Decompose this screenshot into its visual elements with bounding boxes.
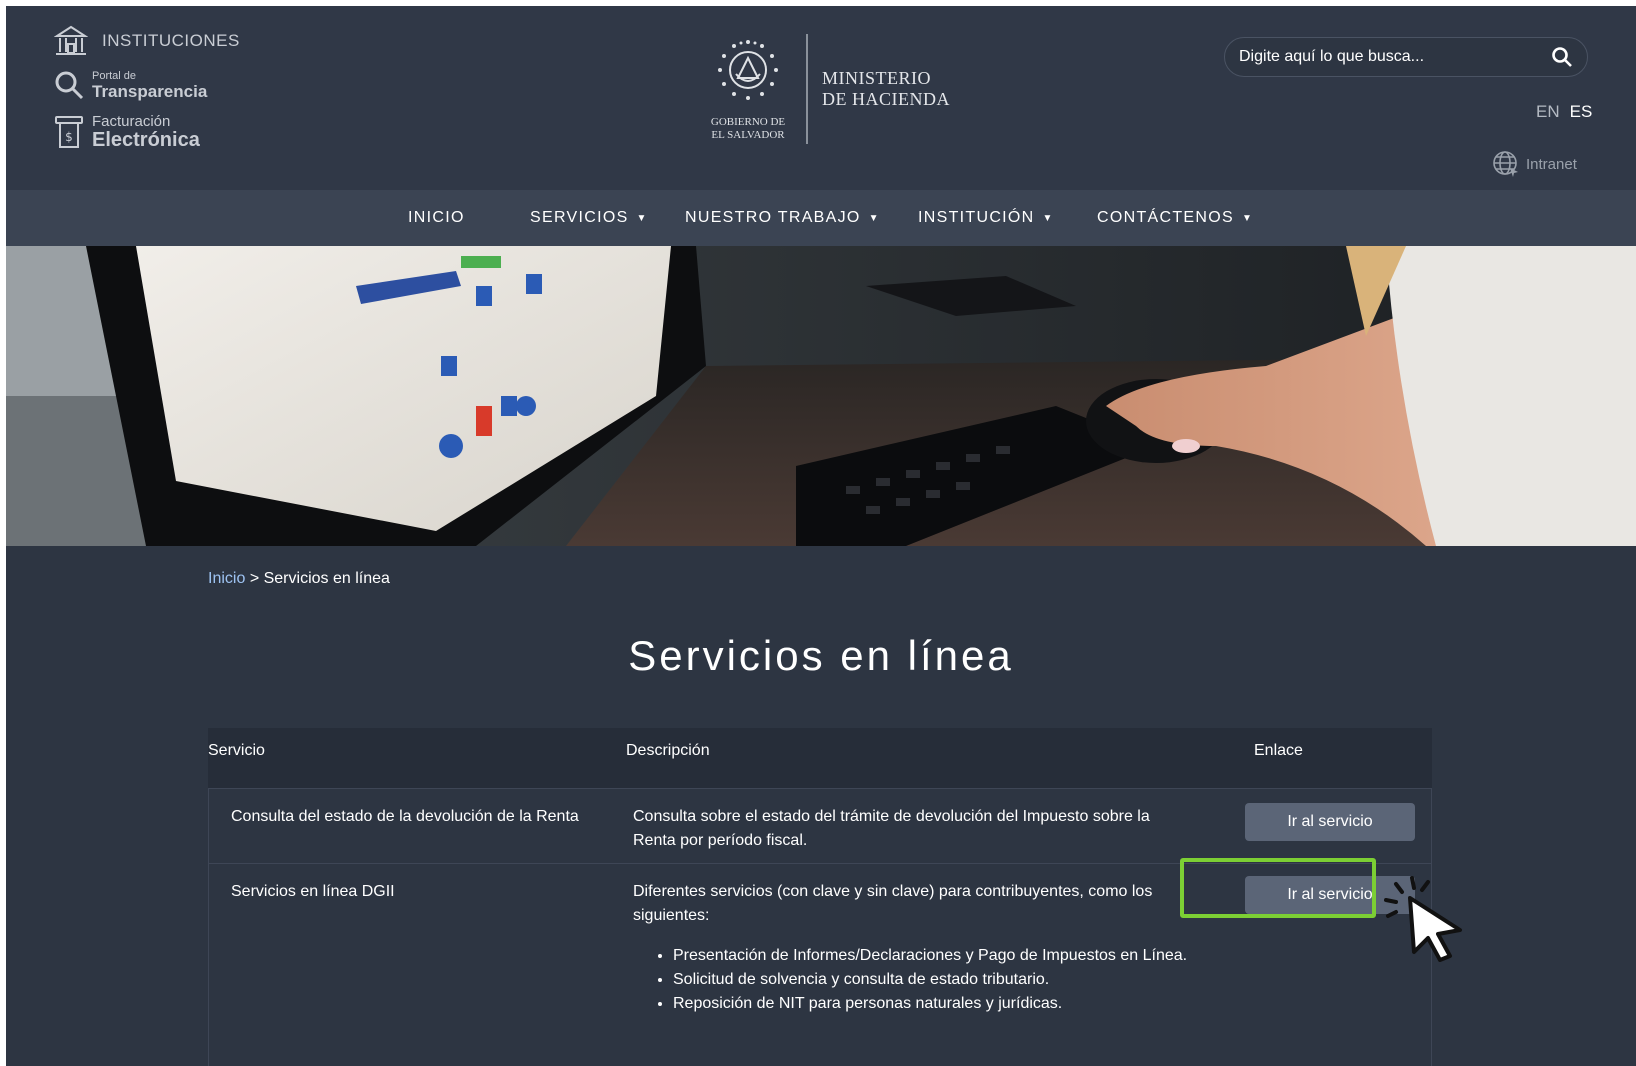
service-name: Servicios en línea DGII — [231, 883, 395, 900]
caret-down-icon: ▼ — [1241, 212, 1254, 224]
caret-down-icon: ▼ — [868, 212, 880, 224]
ministry-logo[interactable]: GOBIERNO DE EL SALVADOR MINISTERIO DE HA… — [706, 30, 996, 150]
list-item: Reposición de NIT para personas naturale… — [673, 992, 1193, 1016]
nav-label: SERVICIOS — [530, 209, 629, 226]
list-item: Presentación de Informes/Declaraciones y… — [673, 944, 1193, 968]
intranet-link[interactable]: Intranet — [1492, 150, 1577, 178]
coat-of-arms-icon — [718, 40, 778, 100]
service-description: Diferentes servicios (con clave y sin cl… — [633, 883, 1153, 924]
globe-icon — [1493, 151, 1518, 177]
nav-item-institucion[interactable]: INSTITUCIÓN ▼ — [918, 190, 1054, 246]
column-header-service: Servicio — [208, 742, 265, 759]
nav-label: CONTÁCTENOS — [1097, 209, 1234, 226]
mouse-pointer-icon — [1384, 876, 1462, 962]
column-header-link: Enlace — [1254, 742, 1303, 759]
language-en[interactable]: EN — [1536, 102, 1560, 122]
electronic-billing-link[interactable]: $ Facturación Electrónica — [54, 114, 200, 150]
logo-divider — [806, 34, 808, 144]
column-header-description: Descripción — [626, 742, 710, 759]
billing-big-label: Electrónica — [92, 129, 200, 151]
government-line-1: GOBIERNO DE — [710, 116, 786, 128]
table-header: Servicio Descripción Enlace — [208, 728, 1432, 788]
breadcrumb-separator: > — [249, 570, 260, 587]
highlight-box — [1180, 858, 1376, 918]
service-description-block: Diferentes servicios (con clave y sin cl… — [633, 880, 1193, 1016]
institutions-label: INSTITUCIONES — [102, 31, 240, 50]
service-feature-list: Presentación de Informes/Declaraciones y… — [633, 944, 1193, 1016]
invoice-icon: $ — [55, 116, 83, 148]
intranet-label: Intranet — [1526, 155, 1577, 173]
go-to-service-button[interactable]: Ir al servicio — [1245, 803, 1415, 841]
building-icon — [54, 25, 88, 55]
breadcrumb-home-link[interactable]: Inicio — [208, 570, 245, 587]
nav-label: NUESTRO TRABAJO — [685, 209, 861, 226]
caret-down-icon: ▼ — [1042, 212, 1054, 224]
transparency-small-label: Portal de — [92, 69, 137, 82]
site-header: INSTITUCIONES Portal de Transparencia $ … — [6, 6, 1636, 190]
table-row: Consulta del estado de la devolución de … — [208, 788, 1432, 863]
list-item: Solicitud de solvencia y consulta de est… — [673, 968, 1193, 992]
institutions-link[interactable]: INSTITUCIONES — [54, 24, 240, 58]
magnifier-icon — [55, 71, 84, 100]
svg-text:$: $ — [65, 130, 73, 144]
nav-label: INICIO — [408, 209, 465, 226]
main-nav: INICIO SERVICIOS ▼ NUESTRO TRABAJO ▼ INS… — [6, 190, 1636, 246]
caret-down-icon: ▼ — [636, 212, 648, 224]
nav-label: INSTITUCIÓN — [918, 209, 1035, 226]
hero-illustration — [6, 246, 1636, 546]
nav-item-servicios[interactable]: SERVICIOS ▼ — [530, 190, 648, 246]
government-line-2: EL SALVADOR — [711, 129, 785, 141]
ministry-name: MINISTERIO DE HACIENDA — [822, 68, 950, 110]
browser-viewport: INSTITUCIONES Portal de Transparencia $ … — [6, 6, 1636, 1066]
search-icon[interactable] — [1551, 46, 1573, 68]
transparency-big-label: Transparencia — [92, 81, 208, 101]
government-seal: GOBIERNO DE EL SALVADOR — [706, 34, 790, 144]
breadcrumb-current: Servicios en línea — [263, 570, 390, 587]
language-es[interactable]: ES — [1570, 102, 1593, 122]
search-box — [1224, 37, 1588, 77]
search-input[interactable] — [1239, 48, 1551, 66]
language-switcher: EN ES — [1536, 102, 1592, 122]
service-name: Consulta del estado de la devolución de … — [231, 808, 579, 825]
billing-small-label: Facturación — [92, 113, 171, 130]
service-description: Consulta sobre el estado del trámite de … — [633, 808, 1150, 849]
breadcrumb: Inicio > Servicios en línea — [208, 570, 390, 588]
transparency-portal-link[interactable]: Portal de Transparencia — [54, 70, 207, 100]
nav-item-contactenos[interactable]: CONTÁCTENOS ▼ — [1097, 190, 1253, 246]
hero-banner-image — [6, 246, 1636, 546]
services-table: Servicio Descripción Enlace Consulta del… — [208, 728, 1462, 1066]
ministry-line-2: DE HACIENDA — [822, 89, 950, 109]
nav-item-inicio[interactable]: INICIO — [408, 190, 465, 246]
page-title: Servicios en línea — [628, 632, 1014, 679]
nav-item-nuestro-trabajo[interactable]: NUESTRO TRABAJO ▼ — [685, 190, 880, 246]
ministry-line-1: MINISTERIO — [822, 68, 931, 88]
